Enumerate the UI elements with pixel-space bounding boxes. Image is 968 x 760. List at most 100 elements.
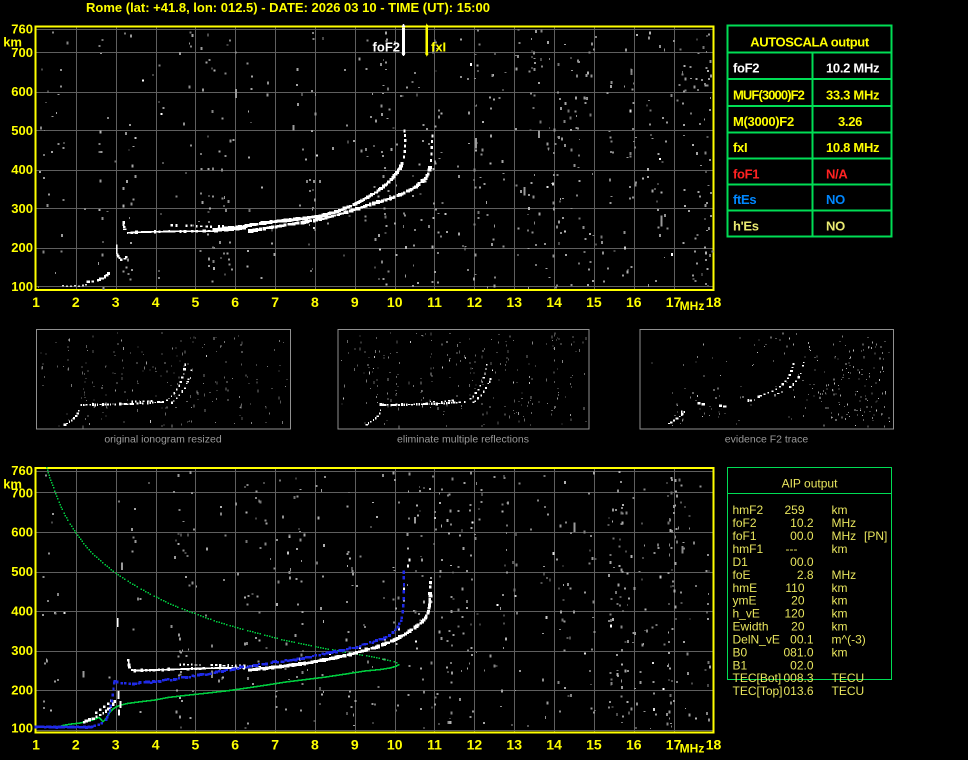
svg-text:---: --- [786, 542, 798, 556]
svg-text:M(3000)F2: M(3000)F2 [733, 114, 794, 129]
svg-text:008.3: 008.3 [783, 671, 813, 685]
svg-text:10.8 MHz: 10.8 MHz [826, 140, 880, 155]
svg-text:km: km [832, 503, 848, 517]
svg-text:200: 200 [11, 240, 33, 255]
svg-text:foF2: foF2 [733, 61, 759, 76]
svg-text:DelN_vE: DelN_vE [733, 632, 780, 646]
svg-text:3: 3 [112, 294, 120, 310]
svg-text:12: 12 [467, 737, 483, 753]
svg-text:foF1: foF1 [733, 167, 759, 182]
svg-text:h_vE: h_vE [733, 607, 760, 621]
svg-text:7: 7 [271, 737, 279, 753]
svg-text:B0: B0 [733, 645, 748, 659]
svg-text:10: 10 [387, 294, 403, 310]
svg-text:evidence F2 trace: evidence F2 trace [725, 434, 809, 446]
svg-text:14: 14 [546, 294, 562, 310]
svg-text:original ionogram resized: original ionogram resized [104, 434, 221, 446]
svg-text:MHz: MHz [680, 742, 705, 756]
svg-text:hmE: hmE [733, 581, 758, 595]
svg-text:16: 16 [626, 294, 642, 310]
svg-text:9: 9 [351, 737, 359, 753]
svg-text:D1: D1 [733, 555, 749, 569]
svg-text:8: 8 [311, 737, 319, 753]
svg-text:20: 20 [791, 620, 805, 634]
svg-text:Ewidth: Ewidth [733, 620, 769, 634]
svg-text:km: km [832, 542, 848, 556]
svg-text:foF2: foF2 [373, 40, 400, 55]
svg-text:ymE: ymE [733, 594, 757, 608]
svg-text:10: 10 [387, 737, 403, 753]
svg-text:foF1: foF1 [733, 529, 757, 543]
svg-text:TECU: TECU [832, 671, 865, 685]
svg-text:1: 1 [32, 737, 40, 753]
svg-text:N/A: N/A [826, 167, 848, 182]
svg-text:3.26: 3.26 [838, 114, 862, 129]
svg-text:TEC[Bot]: TEC[Bot] [733, 671, 782, 685]
svg-text:500: 500 [11, 123, 33, 138]
svg-text:ftEs: ftEs [733, 192, 756, 207]
svg-text:20: 20 [791, 594, 805, 608]
svg-text:NO: NO [826, 219, 845, 234]
svg-text:120: 120 [784, 607, 804, 621]
svg-text:km: km [832, 645, 848, 659]
svg-text:MHz: MHz [832, 529, 857, 543]
svg-text:AIP output: AIP output [782, 477, 838, 491]
svg-text:hmF1: hmF1 [733, 542, 764, 556]
svg-text:9: 9 [351, 294, 359, 310]
svg-text:200: 200 [11, 683, 33, 698]
svg-text:5: 5 [192, 294, 200, 310]
svg-text:MHz: MHz [832, 568, 857, 582]
svg-text:Rome (lat: +41.8, lon: 012.5): Rome (lat: +41.8, lon: 012.5) - DATE: 20… [86, 0, 490, 15]
svg-text:110: 110 [785, 581, 804, 595]
svg-text:013.6: 013.6 [783, 684, 813, 698]
svg-text:km: km [832, 607, 848, 621]
svg-text:12: 12 [467, 294, 483, 310]
svg-text:14: 14 [546, 737, 562, 753]
svg-text:6: 6 [231, 294, 239, 310]
svg-text:13: 13 [506, 294, 522, 310]
svg-text:MUF(3000)F2: MUF(3000)F2 [733, 88, 805, 103]
svg-text:259: 259 [784, 503, 804, 517]
svg-text:300: 300 [11, 643, 33, 658]
svg-text:13: 13 [506, 737, 522, 753]
svg-text:700: 700 [11, 486, 33, 501]
svg-text:600: 600 [11, 525, 33, 540]
svg-text:m^(-3): m^(-3) [832, 632, 866, 646]
svg-text:km: km [832, 620, 848, 634]
svg-text:100: 100 [11, 279, 33, 294]
svg-text:18: 18 [706, 737, 722, 753]
svg-text:3: 3 [112, 737, 120, 753]
svg-text:33.3 MHz: 33.3 MHz [826, 88, 880, 103]
svg-text:2: 2 [72, 294, 80, 310]
svg-text:15: 15 [586, 737, 602, 753]
svg-text:km: km [832, 581, 848, 595]
svg-text:6: 6 [231, 737, 239, 753]
svg-text:400: 400 [11, 604, 33, 619]
svg-text:2: 2 [72, 737, 80, 753]
svg-text:[PN]: [PN] [864, 529, 887, 543]
svg-text:00.0: 00.0 [790, 529, 814, 543]
svg-text:11: 11 [427, 737, 442, 753]
svg-text:2.8: 2.8 [797, 568, 814, 582]
svg-text:km: km [832, 594, 848, 608]
svg-text:15: 15 [586, 294, 602, 310]
svg-text:fxI: fxI [733, 140, 747, 155]
svg-text:10.2 MHz: 10.2 MHz [826, 61, 880, 76]
svg-text:foE: foE [733, 568, 751, 582]
svg-text:fxI: fxI [431, 40, 446, 55]
svg-text:5: 5 [192, 737, 200, 753]
svg-text:MHz: MHz [680, 299, 705, 313]
svg-text:00.1: 00.1 [790, 632, 814, 646]
svg-text:400: 400 [11, 162, 33, 177]
svg-text:4: 4 [152, 737, 160, 753]
svg-text:TECU: TECU [832, 684, 865, 698]
svg-text:NO: NO [826, 192, 845, 207]
svg-text:500: 500 [11, 564, 33, 579]
svg-text:4: 4 [152, 294, 160, 310]
svg-text:8: 8 [311, 294, 319, 310]
svg-text:1: 1 [32, 294, 40, 310]
svg-text:11: 11 [427, 294, 442, 310]
svg-text:16: 16 [626, 737, 642, 753]
svg-text:18: 18 [706, 294, 722, 310]
svg-text:081.0: 081.0 [783, 645, 813, 659]
